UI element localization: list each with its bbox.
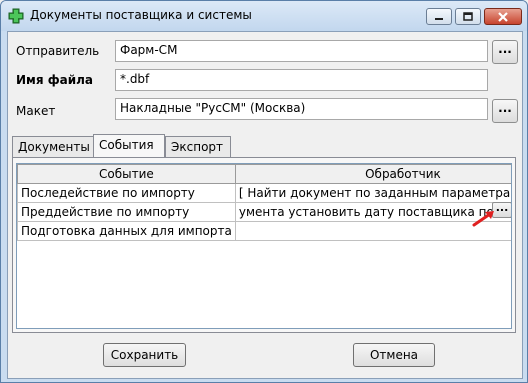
maximize-button[interactable]: [455, 8, 481, 25]
filename-label: Имя файла: [16, 73, 94, 87]
template-label: Макет: [16, 104, 56, 118]
handler-cell[interactable]: [ Найти документ по заданным параметрам …: [234, 183, 511, 203]
sender-browse-button[interactable]: ...: [492, 40, 518, 64]
column-header-handler[interactable]: Обработчик: [234, 164, 511, 184]
title-bar[interactable]: Документы поставщика и системы: [1, 1, 527, 31]
table-row[interactable]: Последействие по импорту [ Найти докумен…: [17, 183, 511, 203]
tab-events[interactable]: События: [93, 134, 165, 157]
maximize-icon: [456, 9, 480, 24]
save-button[interactable]: Сохранить: [103, 343, 186, 367]
red-arrow-pointer-icon: [472, 211, 494, 227]
window-title: Документы поставщика и системы: [30, 8, 252, 22]
column-header-event[interactable]: Событие: [17, 164, 236, 184]
template-browse-button[interactable]: ...: [492, 99, 518, 123]
tab-export[interactable]: Экспорт: [165, 136, 231, 157]
dialog-client-area: Отправитель Фарм-СМ ... Имя файла *.dbf …: [7, 31, 523, 379]
event-cell[interactable]: Последействие по импорту: [17, 183, 236, 203]
events-grid[interactable]: Событие Обработчик Последействие по импо…: [16, 163, 512, 329]
table-row[interactable]: Подготовка данных для импорта: [17, 221, 511, 241]
grid-header-row: Событие Обработчик: [17, 164, 511, 184]
filename-field[interactable]: *.dbf: [115, 69, 488, 91]
dialog-window: Документы поставщика и системы Отправите…: [0, 0, 528, 383]
cancel-button[interactable]: Отмена: [353, 343, 435, 367]
sender-field[interactable]: Фарм-СМ: [115, 40, 488, 62]
template-field[interactable]: Накладные "РусСМ" (Москва): [115, 98, 488, 120]
tab-documents[interactable]: Документы: [12, 136, 94, 157]
events-tab-pane: Событие Обработчик Последействие по импо…: [12, 157, 516, 333]
minimize-icon: [427, 9, 451, 24]
close-button[interactable]: [484, 8, 522, 25]
minimize-button[interactable]: [426, 8, 452, 25]
close-icon: [485, 9, 521, 24]
event-cell[interactable]: Подготовка данных для импорта: [17, 221, 236, 241]
handler-cell[interactable]: умента установить дату поставщика по зап…: [234, 202, 511, 222]
sender-label: Отправитель: [16, 44, 100, 58]
table-row[interactable]: Преддействие по импорту умента установит…: [17, 202, 511, 222]
event-cell[interactable]: Преддействие по импорту: [17, 202, 236, 222]
pharmacy-cross-icon: [8, 8, 24, 24]
handler-cell[interactable]: [234, 221, 511, 241]
